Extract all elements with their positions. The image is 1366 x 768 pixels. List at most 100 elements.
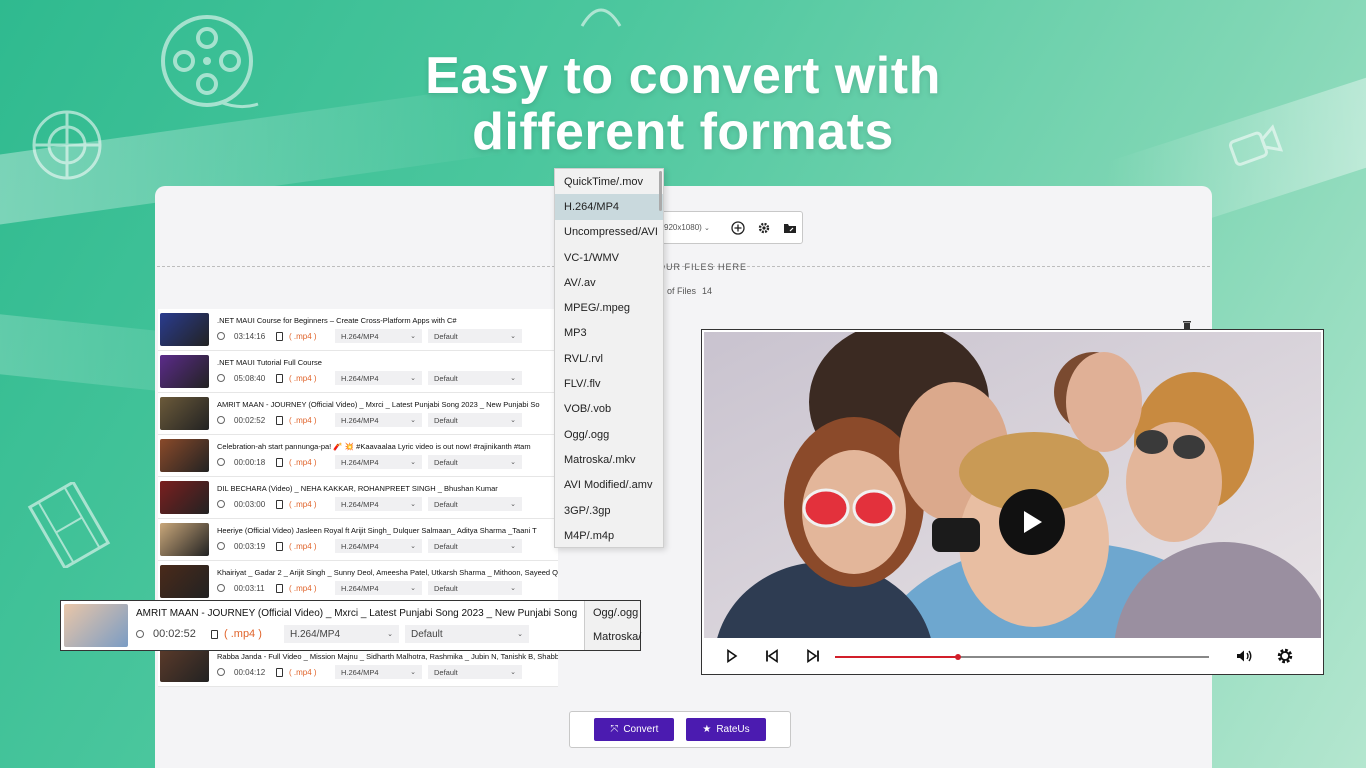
preset-select[interactable]: Default ⌄ <box>428 329 522 343</box>
file-duration: 00:03:11 <box>234 583 265 593</box>
progress-bar[interactable] <box>835 654 1209 660</box>
video-thumbnail <box>160 565 209 598</box>
file-icon <box>276 583 283 593</box>
folder-icon[interactable] <box>782 220 798 236</box>
chevron-down-icon: ⌄ <box>510 459 516 466</box>
clock-icon <box>217 458 225 466</box>
video-thumbnail <box>160 439 209 472</box>
preset-select[interactable]: Default ⌄ <box>428 665 522 679</box>
zoomed-format-dropdown[interactable]: Ogg/.ogg Matroska/ <box>584 601 641 650</box>
format-select[interactable]: H.264/MP4 ⌄ <box>335 581 422 595</box>
preset-select[interactable]: Default ⌄ <box>428 371 522 385</box>
file-icon <box>276 415 283 425</box>
file-extension: ( .mp4 ) <box>289 331 317 341</box>
file-extension: ( .mp4 ) <box>289 457 317 467</box>
file-icon <box>276 331 283 341</box>
file-row[interactable]: .NET MAUI Course for Beginners – Create … <box>158 309 558 351</box>
format-select[interactable]: H.264/MP4 ⌄ <box>335 371 422 385</box>
file-icon <box>276 667 283 677</box>
file-row[interactable]: Rabba Janda - Full Video _ Mission Majnu… <box>158 645 558 687</box>
preset-select[interactable]: Default ⌄ <box>428 497 522 511</box>
preset-select[interactable]: Default ⌄ <box>428 581 522 595</box>
resolution-select[interactable]: 920x1080) ⌄ <box>664 223 720 232</box>
chevron-down-icon: ⌄ <box>410 669 416 676</box>
dropdown-item[interactable]: Matroska/ <box>593 625 641 649</box>
format-option[interactable]: H.264/MP4 <box>555 194 663 220</box>
rate-us-button[interactable]: ★ RateUs <box>686 718 766 741</box>
format-option[interactable]: VOB/.vob <box>555 397 663 422</box>
file-row[interactable]: DIL BECHARA (Video) _ NEHA KAKKAR, ROHAN… <box>158 477 558 519</box>
format-select[interactable]: H.264/MP4 ⌄ <box>335 665 422 679</box>
format-option[interactable]: VC-1/WMV <box>555 245 663 270</box>
format-option[interactable]: 3GP/.3gp <box>555 498 663 523</box>
video-thumbnail <box>64 604 128 647</box>
format-option[interactable]: MPEG/.mpeg <box>555 295 663 320</box>
file-extension: ( .mp4 ) <box>289 541 317 551</box>
video-player <box>701 329 1324 675</box>
file-row[interactable]: Heeriye (Official Video) Jasleen Royal f… <box>158 519 558 561</box>
chevron-down-icon: ⌄ <box>510 669 516 676</box>
format-option[interactable]: M4P/.m4p <box>555 523 663 548</box>
progress-knob[interactable] <box>955 654 962 660</box>
video-image <box>704 332 1321 638</box>
file-title: Khairiyat _ Gadar 2 _ Arijit Singh _ Sun… <box>217 568 558 577</box>
format-option[interactable]: Matroska/.mkv <box>555 447 663 472</box>
play-icon[interactable] <box>726 649 738 663</box>
preset-select[interactable]: Default ⌄ <box>428 539 522 553</box>
film-strip-icon <box>27 482 111 568</box>
clock-icon <box>217 542 225 550</box>
video-thumbnail <box>160 355 209 388</box>
chevron-down-icon: ⌄ <box>410 543 416 550</box>
gear-icon[interactable] <box>1276 647 1294 665</box>
format-option[interactable]: RVL/.rvl <box>555 346 663 371</box>
format-select[interactable]: H.264/MP4 ⌄ <box>335 413 422 427</box>
clock-icon <box>217 374 225 382</box>
file-row[interactable]: Celebration-ah start pannunga-pa! 🧨 💥 #K… <box>158 435 558 477</box>
format-option[interactable]: AV/.av <box>555 270 663 295</box>
format-select[interactable]: H.264/MP4 ⌄ <box>335 539 422 553</box>
skip-forward-icon[interactable] <box>806 649 820 663</box>
format-option[interactable]: FLV/.flv <box>555 371 663 396</box>
file-title: AMRIT MAAN - JOURNEY (Official Video) _ … <box>217 400 540 409</box>
format-option[interactable]: QuickTime/.mov <box>555 169 663 194</box>
file-extension: ( .mp4 ) <box>289 415 317 425</box>
format-select[interactable]: H.264/MP4 ⌄ <box>335 455 422 469</box>
file-row[interactable]: AMRIT MAAN - JOURNEY (Official Video) _ … <box>158 393 558 435</box>
file-extension: ( .mp4 ) <box>289 583 317 593</box>
file-duration: 00:03:19 <box>234 541 266 551</box>
file-duration: 00:02:52 <box>153 628 196 640</box>
format-select[interactable]: H.264/MP4 ⌄ <box>335 329 422 343</box>
format-option[interactable]: Uncompressed/AVI <box>555 220 663 245</box>
gear-icon[interactable] <box>756 220 772 236</box>
format-option[interactable]: Ogg/.ogg <box>555 422 663 447</box>
file-title: DIL BECHARA (Video) _ NEHA KAKKAR, ROHAN… <box>217 484 498 493</box>
preset-select[interactable]: Default ⌄ <box>405 625 529 643</box>
format-select[interactable]: H.264/MP4 ⌄ <box>335 497 422 511</box>
chevron-down-icon: ⌄ <box>410 333 416 340</box>
chevron-down-icon: ⌄ <box>410 417 416 424</box>
play-icon <box>1024 511 1042 533</box>
format-dropdown[interactable]: QuickTime/.mov H.264/MP4 Uncompressed/AVI V… <box>554 168 664 548</box>
file-row[interactable]: Khairiyat _ Gadar 2 _ Arijit Singh _ Sun… <box>158 561 558 603</box>
video-frame[interactable] <box>704 332 1321 638</box>
format-option[interactable]: AVI Modified/.amv <box>555 473 663 498</box>
file-row[interactable]: .NET MAUI Tutorial Full Course 05:08:40 … <box>158 351 558 393</box>
format-select[interactable]: H.264/MP4 ⌄ <box>284 625 399 643</box>
convert-button[interactable]: ⤧ Convert <box>594 718 675 741</box>
skip-back-icon[interactable] <box>765 649 779 663</box>
clock-icon <box>217 668 225 676</box>
video-thumbnail <box>160 649 209 682</box>
file-icon <box>276 457 283 467</box>
format-option[interactable]: MP3 <box>555 321 663 346</box>
preset-select[interactable]: Default ⌄ <box>428 455 522 469</box>
play-overlay-button[interactable] <box>999 489 1065 555</box>
scrollbar[interactable] <box>659 171 662 211</box>
volume-icon[interactable] <box>1236 649 1253 663</box>
dropdown-item[interactable]: Ogg/.ogg <box>593 601 640 625</box>
file-title: Celebration-ah start pannunga-pa! 🧨 💥 #K… <box>217 442 531 451</box>
zoomed-file-row[interactable]: AMRIT MAAN - JOURNEY (Official Video) _ … <box>60 600 641 651</box>
plus-circle-icon[interactable] <box>730 220 746 236</box>
chevron-down-icon: ⌄ <box>410 501 416 508</box>
preset-select[interactable]: Default ⌄ <box>428 413 522 427</box>
chevron-down-icon: ⌄ <box>517 631 523 638</box>
